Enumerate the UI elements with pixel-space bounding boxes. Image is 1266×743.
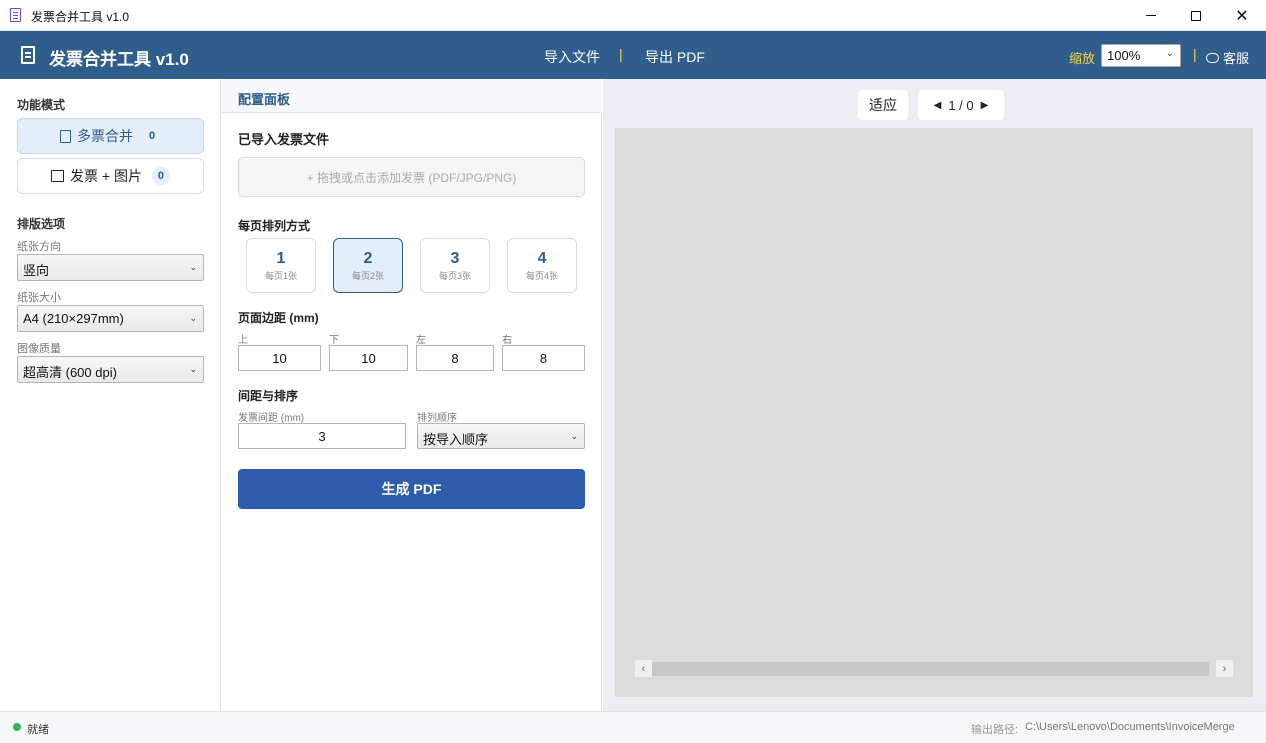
margin-left-label: 左 xyxy=(416,335,426,346)
mode-section-title: 功能模式 xyxy=(17,98,66,112)
zoom-label: 缩放 xyxy=(1069,51,1096,66)
page-navigator: ◀ 1 / 0 ▶ xyxy=(918,90,1004,120)
previous-page-icon[interactable]: ◀ xyxy=(934,100,942,111)
invoice-icon xyxy=(60,129,71,143)
zoom-select[interactable]: 100% ⌄ xyxy=(1101,44,1181,67)
chat-bubble-icon xyxy=(1206,52,1219,63)
invoice-gap-label: 发票间距 (mm) xyxy=(238,413,305,424)
config-panel-title: 配置面板 xyxy=(238,92,291,107)
margin-right-label: 右 xyxy=(502,335,512,346)
mode-label: 发票 + 图片 xyxy=(70,168,142,184)
image-icon xyxy=(51,170,65,182)
imported-files-title: 已导入发票文件 xyxy=(238,132,330,147)
maximize-icon xyxy=(1191,10,1201,21)
paper-size-select[interactable]: A4 (210×297mm) ⌄ xyxy=(17,305,204,332)
scroll-left-icon[interactable]: ‹ xyxy=(635,660,652,677)
page-margin-title: 页面边距 (mm) xyxy=(238,311,319,325)
app-file-icon xyxy=(10,8,21,22)
paper-size-value: A4 (210×297mm) xyxy=(23,311,124,326)
app-title: 发票合并工具 v1.0 xyxy=(49,50,189,69)
count-badge: 0 xyxy=(151,167,170,185)
window-title: 发票合并工具 v1.0 xyxy=(31,10,130,24)
output-path-label: 输出路径: xyxy=(971,724,1019,736)
generate-pdf-button[interactable]: 生成 PDF xyxy=(238,469,585,509)
image-quality-label: 图像质量 xyxy=(17,343,61,355)
layout-option-3[interactable]: 3 每页3张 xyxy=(420,238,490,293)
orientation-value: 竖向 xyxy=(23,263,50,278)
mode-invoice-image-button[interactable]: 发票 + 图片 0 xyxy=(17,158,204,194)
layout-caption: 每页2张 xyxy=(351,271,384,281)
status-text: 就绪 xyxy=(27,724,49,736)
support-button[interactable]: 客服 xyxy=(1206,48,1249,67)
margin-bottom-input[interactable]: 10 xyxy=(329,345,408,371)
horizontal-scrollbar[interactable]: ‹ › xyxy=(635,660,1233,677)
document-icon xyxy=(21,46,35,64)
orientation-select[interactable]: 竖向 ⌄ xyxy=(17,254,204,281)
sidebar: 功能模式 多票合并 0 发票 + 图片 0 排版选项 纸张方向 竖向 ⌄ 纸张大… xyxy=(0,79,221,711)
chevron-down-icon: ⌄ xyxy=(1165,48,1174,59)
preview-area: 适应 ◀ 1 / 0 ▶ ‹ › xyxy=(603,79,1266,711)
per-page-title: 每页排列方式 xyxy=(238,219,311,233)
close-icon: ✕ xyxy=(1235,5,1249,25)
maximize-button[interactable] xyxy=(1173,0,1219,31)
window-titlebar: 发票合并工具 v1.0 ✕ xyxy=(0,0,1266,31)
dropzone-text: + 拖拽或点击添加发票 (PDF/JPG/PNG) xyxy=(306,170,517,185)
nav-separator: | xyxy=(619,46,623,62)
next-page-icon[interactable]: ▶ xyxy=(981,100,989,111)
margin-right-input[interactable]: 8 xyxy=(502,345,585,371)
chevron-down-icon: ⌄ xyxy=(189,262,197,272)
layout-number: 4 xyxy=(537,250,547,267)
margin-top-label: 上 xyxy=(238,335,248,346)
sort-order-select[interactable]: 按导入顺序 ⌄ xyxy=(417,423,585,449)
count-badge: 0 xyxy=(148,130,156,142)
zoom-value: 100% xyxy=(1107,48,1141,63)
invoice-dropzone[interactable]: + 拖拽或点击添加发票 (PDF/JPG/PNG) xyxy=(238,157,585,197)
margin-bottom-label: 下 xyxy=(329,335,339,346)
config-panel: 配置面板 已导入发票文件 + 拖拽或点击添加发票 (PDF/JPG/PNG) 每… xyxy=(222,79,602,711)
margin-left-input[interactable]: 8 xyxy=(416,345,494,371)
sort-order-label: 排列顺序 xyxy=(417,413,457,424)
app-header: 发票合并工具 v1.0 导入文件 | 导出 PDF 缩放 100% ⌄ | 客服 xyxy=(0,31,1266,79)
mode-label: 多票合并 xyxy=(77,128,133,144)
paper-size-label: 纸张大小 xyxy=(17,292,61,304)
layout-number: 2 xyxy=(363,250,373,267)
image-quality-value: 超高清 (600 dpi) xyxy=(23,365,117,380)
minimize-icon xyxy=(1146,15,1156,16)
minimize-button[interactable] xyxy=(1128,0,1174,31)
margin-top-input[interactable]: 10 xyxy=(238,345,321,371)
invoice-gap-input[interactable]: 3 xyxy=(238,423,406,449)
import-files-link[interactable]: 导入文件 xyxy=(544,47,600,67)
preview-canvas[interactable]: ‹ › xyxy=(615,128,1253,697)
status-indicator-icon xyxy=(13,723,21,731)
status-bar: 就绪 输出路径: C:\Users\Lenovo\Documents\Invoi… xyxy=(0,711,1266,743)
layout-options-title: 排版选项 xyxy=(17,217,66,231)
chevron-down-icon: ⌄ xyxy=(189,364,197,374)
fit-button[interactable]: 适应 xyxy=(858,90,908,120)
layout-option-1[interactable]: 1 每页1张 xyxy=(246,238,316,293)
chevron-down-icon: ⌄ xyxy=(189,313,197,323)
nav-separator: | xyxy=(1193,46,1197,62)
layout-number: 3 xyxy=(450,250,460,267)
close-button[interactable]: ✕ xyxy=(1219,0,1265,31)
scrollbar-thumb[interactable] xyxy=(652,662,1209,676)
layout-caption: 每页3张 xyxy=(438,271,471,281)
sort-order-value: 按导入顺序 xyxy=(423,432,489,447)
layout-option-2[interactable]: 2 每页2张 xyxy=(333,238,403,293)
image-quality-select[interactable]: 超高清 (600 dpi) ⌄ xyxy=(17,356,204,383)
output-path-value: C:\Users\Lenovo\Documents\InvoiceMerge xyxy=(1025,721,1235,733)
support-label: 客服 xyxy=(1223,51,1250,66)
chevron-down-icon: ⌄ xyxy=(570,431,578,441)
orientation-label: 纸张方向 xyxy=(17,241,61,253)
page-indicator: 1 / 0 xyxy=(948,97,974,113)
scroll-right-icon[interactable]: › xyxy=(1216,660,1233,677)
layout-number: 1 xyxy=(276,250,286,267)
layout-caption: 每页1张 xyxy=(264,271,297,281)
layout-option-4[interactable]: 4 每页4张 xyxy=(507,238,577,293)
layout-caption: 每页4张 xyxy=(525,271,558,281)
config-panel-header: 配置面板 xyxy=(222,79,602,113)
mode-multi-merge-button[interactable]: 多票合并 0 xyxy=(17,118,204,154)
export-pdf-link[interactable]: 导出 PDF xyxy=(645,47,705,67)
spacing-order-title: 间距与排序 xyxy=(238,389,299,403)
